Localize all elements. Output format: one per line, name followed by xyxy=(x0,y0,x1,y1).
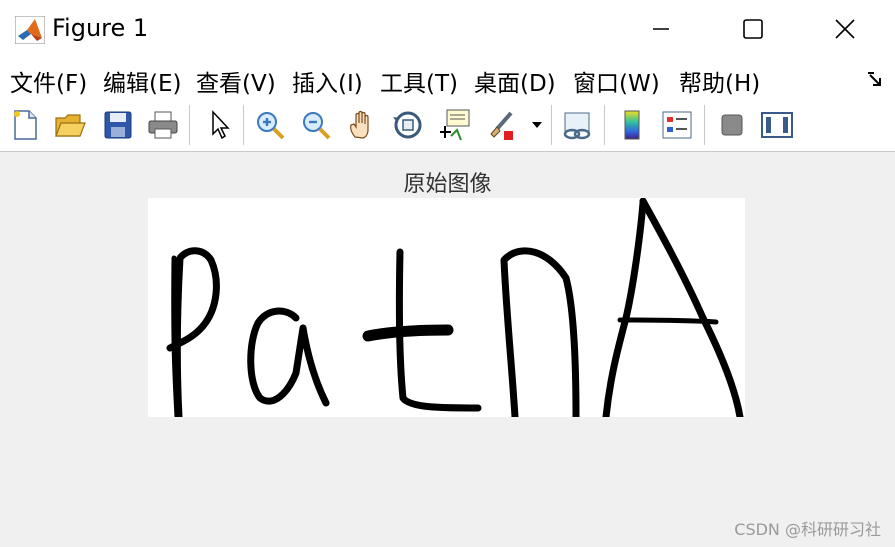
minimize-button[interactable] xyxy=(616,0,706,58)
maximize-button[interactable] xyxy=(708,0,798,58)
zoom-out-button[interactable] xyxy=(298,107,334,143)
zoom-in-icon xyxy=(257,112,285,140)
data-cursor-icon xyxy=(440,109,470,141)
open-file-icon xyxy=(55,114,86,137)
save-icon xyxy=(104,111,132,139)
toolbar-separator xyxy=(243,105,244,145)
print-icon xyxy=(148,111,178,139)
minimize-icon xyxy=(653,28,669,30)
maximize-icon xyxy=(743,19,763,39)
menu-insert[interactable]: 插入(I) xyxy=(292,64,363,98)
legend-icon xyxy=(662,111,692,139)
toolbar-separator xyxy=(704,105,705,145)
link-plot-button[interactable] xyxy=(559,107,595,143)
close-icon xyxy=(835,19,855,39)
menu-tools[interactable]: 工具(T) xyxy=(380,64,458,98)
matlab-logo-icon xyxy=(15,16,45,44)
menu-file[interactable]: 文件(F) xyxy=(10,64,87,98)
rotate-3d-icon xyxy=(393,111,422,139)
brush-icon xyxy=(490,111,513,140)
colorbar-button[interactable] xyxy=(614,107,650,143)
new-figure-icon xyxy=(14,110,37,140)
legend-button[interactable] xyxy=(659,107,695,143)
menu-window[interactable]: 窗口(W) xyxy=(573,64,660,98)
show-plot-tools-icon xyxy=(761,112,793,138)
watermark-text: CSDN @科研研习社 xyxy=(734,520,881,539)
new-figure-button[interactable] xyxy=(7,107,43,143)
pan-button[interactable] xyxy=(344,107,380,143)
toolbar-separator xyxy=(604,105,605,145)
menu-desktop[interactable]: 桌面(D) xyxy=(474,64,556,98)
show-plot-tools-button[interactable] xyxy=(759,107,795,143)
data-cursor-button[interactable] xyxy=(436,107,472,143)
print-button[interactable] xyxy=(145,107,181,143)
toolbar-separator xyxy=(189,105,190,145)
pan-hand-icon xyxy=(350,110,369,139)
brush-dropdown-button[interactable] xyxy=(528,107,546,143)
figure-toolbar xyxy=(0,99,895,152)
axes-title: 原始图像 xyxy=(403,172,492,197)
edit-plot-pointer-icon xyxy=(212,110,230,140)
title-bar: Figure 1 xyxy=(0,0,895,58)
handwritten-image xyxy=(166,197,744,421)
image-axes xyxy=(148,197,745,421)
open-file-button[interactable] xyxy=(52,107,88,143)
rotate-3d-button[interactable] xyxy=(390,107,426,143)
edit-plot-button[interactable] xyxy=(201,107,237,143)
link-plot-icon xyxy=(563,112,591,140)
menu-help[interactable]: 帮助(H) xyxy=(679,64,760,98)
zoom-in-button[interactable] xyxy=(252,107,288,143)
toolbar-separator xyxy=(551,105,552,145)
window-title: Figure 1 xyxy=(52,14,149,42)
brush-dropdown-icon xyxy=(532,122,542,128)
close-button[interactable] xyxy=(800,0,890,58)
colorbar-icon xyxy=(624,110,640,140)
save-button[interactable] xyxy=(100,107,136,143)
hide-plot-tools-button[interactable] xyxy=(714,107,750,143)
brush-button[interactable] xyxy=(484,107,520,143)
hide-plot-tools-icon xyxy=(721,114,743,136)
menu-bar: 文件(F) 编辑(E) 查看(V) 插入(I) 工具(T) 桌面(D) 窗口(W… xyxy=(0,58,895,99)
menu-view[interactable]: 查看(V) xyxy=(196,64,276,98)
zoom-out-icon xyxy=(303,112,331,140)
menu-edit[interactable]: 编辑(E) xyxy=(103,64,181,98)
dock-arrow-icon[interactable] xyxy=(866,70,886,90)
